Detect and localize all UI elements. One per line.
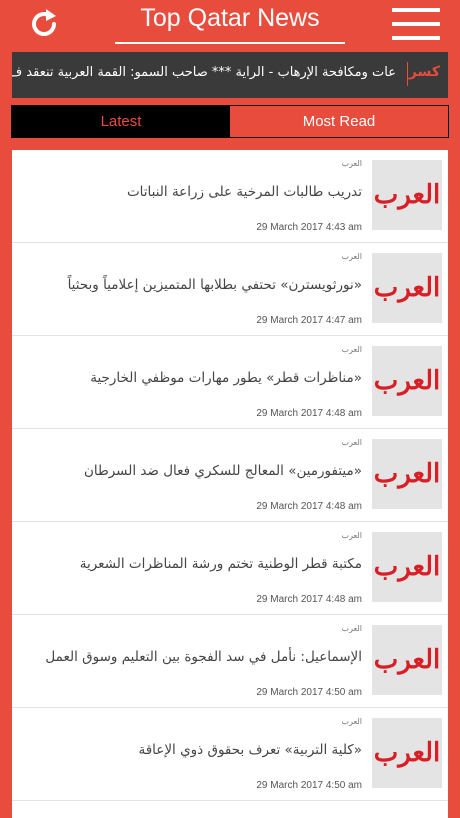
article-source: العرب: [341, 717, 362, 726]
article-list[interactable]: العرب العرب تدريب طالبات المرخية على زرا…: [12, 150, 448, 818]
ticker-divider: [407, 62, 408, 86]
article-item[interactable]: العرب العرب «كلية التربية» تعرف بحقوق ذو…: [12, 708, 448, 801]
article-source: العرب: [341, 345, 362, 354]
refresh-icon: [32, 9, 56, 36]
article-date: 29 March 2017 4:50 am: [256, 780, 362, 791]
article-item[interactable]: العرب العرب «مناظرات قطر» يطور مهارات مو…: [12, 336, 448, 429]
article-source: العرب: [341, 159, 362, 168]
article-thumbnail: العرب: [372, 439, 442, 509]
article-headline: «مناظرات قطر» يطور مهارات موظفي الخارجية: [90, 370, 362, 386]
article-item[interactable]: العرب العرب مكتبة قطر الوطنية تختم ورشة …: [12, 522, 448, 615]
alarab-logo: العرب: [373, 366, 441, 396]
refresh-button[interactable]: [26, 6, 62, 42]
article-source: العرب: [341, 252, 362, 261]
alarab-logo: العرب: [373, 180, 441, 210]
article-headline: «نورثويسترن» تحتفي بطلابها المتميزين إعل…: [67, 277, 362, 293]
article-date: 29 March 2017 4:47 am: [256, 315, 362, 326]
alarab-logo: العرب: [373, 645, 441, 675]
article-thumbnail: العرب: [372, 532, 442, 602]
article-thumbnail: العرب: [372, 253, 442, 323]
article-thumbnail: العرب: [372, 718, 442, 788]
tab-most-read[interactable]: Most Read: [230, 106, 448, 137]
article-headline: مكتبة قطر الوطنية تختم ورشة المناظرات ال…: [79, 556, 362, 572]
article-headline: «ميتفورمين» المعالج للسكري فعال ضد السرط…: [83, 463, 362, 479]
article-thumbnail: العرب: [372, 160, 442, 230]
article-source: العرب: [341, 531, 362, 540]
article-date: 29 March 2017 4:48 am: [256, 594, 362, 605]
breaking-label: كسر: [408, 64, 440, 80]
tab-bar: Latest Most Read: [11, 105, 449, 138]
breaking-news-ticker[interactable]: كسر عات ومكافحة الإرهاب - الراية *** صاح…: [12, 52, 448, 98]
alarab-logo: العرب: [373, 459, 441, 489]
app-header: Top Qatar News: [0, 0, 460, 48]
article-source: العرب: [341, 624, 362, 633]
alarab-logo: العرب: [373, 738, 441, 768]
tab-latest[interactable]: Latest: [12, 106, 230, 137]
alarab-logo: العرب: [373, 552, 441, 582]
article-item[interactable]: العرب العرب «نورثويسترن» تحتفي بطلابها ا…: [12, 243, 448, 336]
article-date: 29 March 2017 4:48 am: [256, 408, 362, 419]
article-headline: تدريب طالبات المرخية على زراعة النباتات: [126, 184, 362, 200]
article-date: 29 March 2017 4:50 am: [256, 687, 362, 698]
ticker-text: عات ومكافحة الإرهاب - الراية *** صاحب ال…: [12, 65, 396, 80]
article-date: 29 March 2017 4:43 am: [256, 222, 362, 233]
title-underline: [115, 42, 345, 44]
article-headline: «كلية التربية» تعرف بحقوق ذوي الإعاقة: [138, 742, 362, 758]
article-source: العرب: [341, 438, 362, 447]
hamburger-menu-icon[interactable]: [392, 8, 440, 40]
article-item[interactable]: العرب العرب تدريب طالبات المرخية على زرا…: [12, 150, 448, 243]
article-item[interactable]: العرب العرب الإسماعيل: نأمل في سد الفجوة…: [12, 615, 448, 708]
article-headline: الإسماعيل: نأمل في سد الفجوة بين التعليم…: [45, 649, 362, 665]
article-item[interactable]: العرب العرب «ميتفورمين» المعالج للسكري ف…: [12, 429, 448, 522]
article-thumbnail: العرب: [372, 346, 442, 416]
article-date: 29 March 2017 4:48 am: [256, 501, 362, 512]
app-title: Top Qatar News: [140, 4, 320, 32]
alarab-logo: العرب: [373, 273, 441, 303]
article-thumbnail: العرب: [372, 625, 442, 695]
